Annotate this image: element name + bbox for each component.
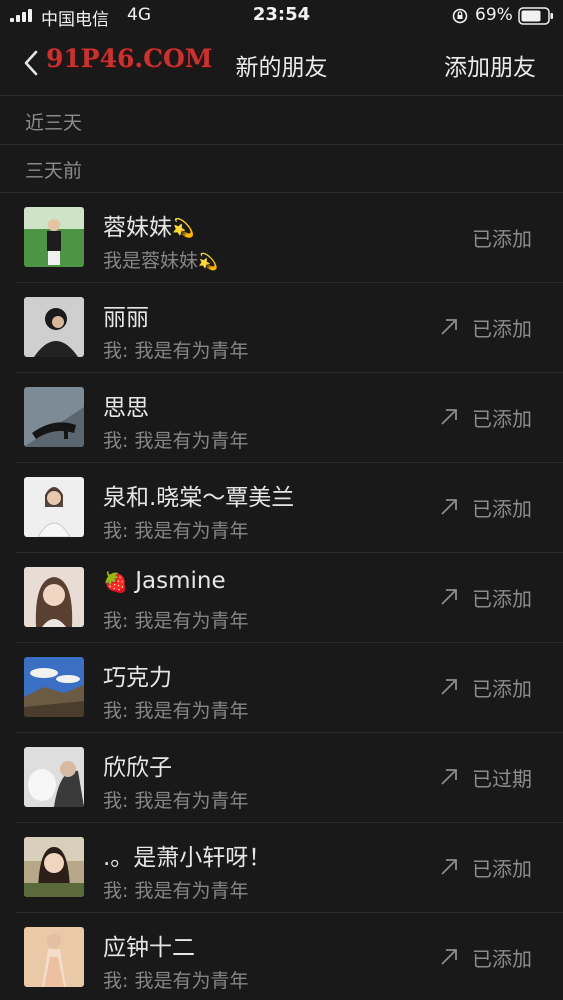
sparkle-emoji: 💫: [198, 252, 218, 271]
friend-request-row[interactable]: 巧克力 我: 我是有为青年 已添加: [0, 643, 563, 733]
friend-name: 欣欣子: [103, 755, 172, 781]
friend-request-row[interactable]: 蓉妹妹💫 我是蓉妹妹💫 已添加: [0, 193, 563, 283]
friend-name: 🍓 Jasmine: [103, 568, 226, 594]
arrow-up-right-icon: [441, 679, 457, 695]
friend-name: 巧克力: [103, 665, 172, 691]
avatar: [24, 477, 84, 537]
avatar: [24, 387, 84, 447]
friend-request-row[interactable]: .。是萧小轩呀！ 我: 我是有为青年 已添加: [0, 823, 563, 913]
friend-request-row[interactable]: 思思 我: 我是有为青年 已添加: [0, 373, 563, 463]
section-header-older: 三天前: [0, 145, 563, 193]
strawberry-emoji: 🍓: [103, 569, 128, 594]
battery-icon: [518, 7, 553, 25]
add-friend-button[interactable]: 添加朋友: [444, 48, 536, 82]
navigation-bar: 91P46.COM 新的朋友 添加朋友: [0, 32, 563, 96]
friend-message: 我: 我是有为青年: [103, 700, 249, 722]
friend-request-row[interactable]: 丽丽 我: 我是有为青年 已添加: [0, 283, 563, 373]
avatar: [24, 207, 84, 267]
section-header-recent: 近三天: [0, 97, 563, 145]
friend-name: 泉和.晓棠～覃美兰: [103, 485, 295, 511]
arrow-up-right-icon: [441, 409, 457, 425]
request-status: 已过期: [472, 767, 532, 791]
friend-name: 丽丽: [103, 305, 149, 331]
friend-name: 思思: [103, 395, 149, 421]
friend-message: 我: 我是有为青年: [103, 970, 249, 992]
request-status: 已添加: [472, 227, 532, 251]
request-status: 已添加: [472, 317, 532, 341]
arrow-up-right-icon: [441, 589, 457, 605]
friend-request-row[interactable]: 泉和.晓棠～覃美兰 我: 我是有为青年 已添加: [0, 463, 563, 553]
friend-name: 应钟十二: [103, 935, 195, 961]
status-bar: 中国电信 4G 23:54 69%: [0, 0, 563, 32]
friend-message: 我是蓉妹妹💫: [103, 250, 218, 272]
arrow-up-right-icon: [441, 319, 457, 335]
avatar: [24, 297, 84, 357]
friend-name: 蓉妹妹💫: [103, 215, 195, 241]
friend-message: 我: 我是有为青年: [103, 790, 249, 812]
request-status: 已添加: [472, 857, 532, 881]
avatar: [24, 927, 84, 987]
arrow-up-right-icon: [441, 859, 457, 875]
rotation-lock-icon: [452, 8, 468, 24]
friend-request-row[interactable]: 欣欣子 我: 我是有为青年 已过期: [0, 733, 563, 823]
request-status: 已添加: [472, 407, 532, 431]
friend-request-row[interactable]: 应钟十二 我: 我是有为青年 已添加: [0, 913, 563, 1000]
arrow-up-right-icon: [441, 769, 457, 785]
friend-name: .。是萧小轩呀！: [103, 845, 272, 871]
friend-message: 我: 我是有为青年: [103, 430, 249, 452]
avatar: [24, 657, 84, 717]
arrow-up-right-icon: [441, 949, 457, 965]
friend-message: 我: 我是有为青年: [103, 880, 249, 902]
avatar: [24, 567, 84, 627]
friend-message: 我: 我是有为青年: [103, 340, 249, 362]
friend-request-row[interactable]: 🍓 Jasmine 我: 我是有为青年 已添加: [0, 553, 563, 643]
sparkle-emoji: 💫: [172, 218, 195, 239]
friend-message: 我: 我是有为青年: [103, 610, 249, 632]
friend-message: 我: 我是有为青年: [103, 520, 249, 542]
request-status: 已添加: [472, 497, 532, 521]
battery-percent: 69%: [475, 5, 513, 25]
avatar: [24, 837, 84, 897]
request-status: 已添加: [472, 677, 532, 701]
avatar: [24, 747, 84, 807]
request-status: 已添加: [472, 587, 532, 611]
request-status: 已添加: [472, 947, 532, 971]
arrow-up-right-icon: [441, 499, 457, 515]
